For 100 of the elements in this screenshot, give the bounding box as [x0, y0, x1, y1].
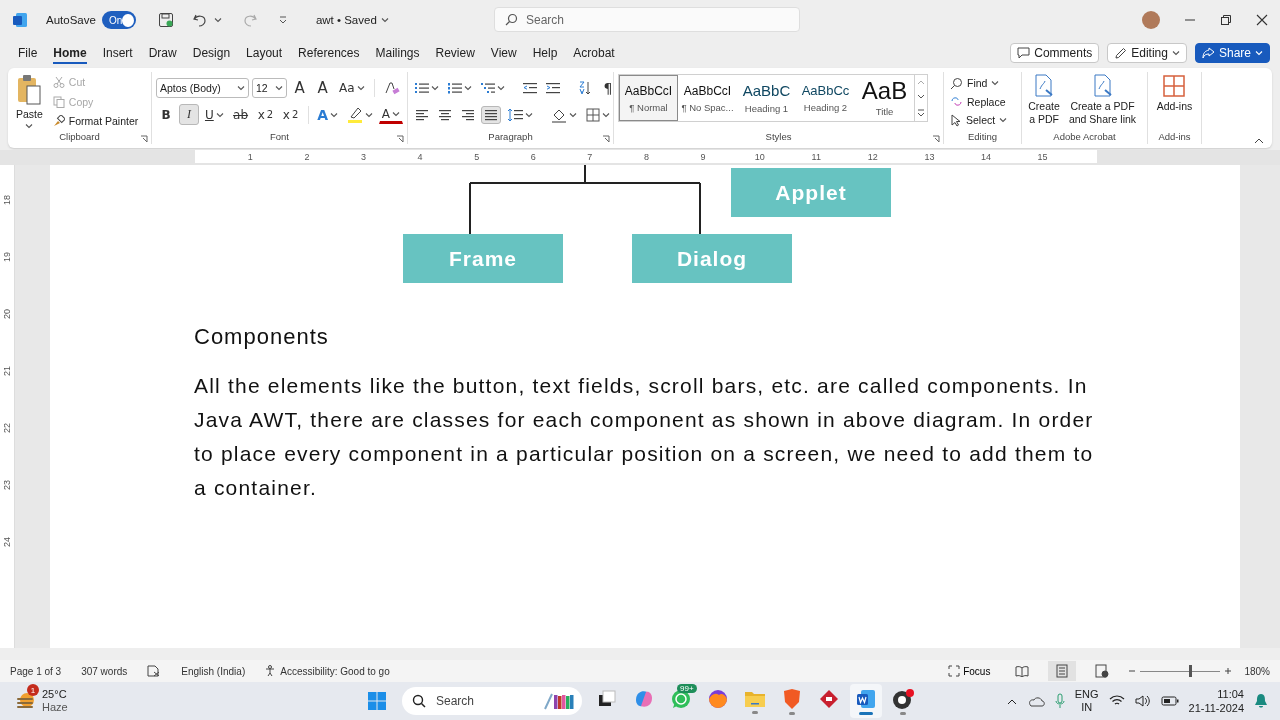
caret-icon[interactable]: [999, 117, 1008, 123]
cloud-icon[interactable]: [1026, 695, 1045, 707]
page-count[interactable]: Page 1 of 3: [10, 665, 62, 677]
zoom-level[interactable]: 180%: [1244, 665, 1270, 677]
ribbon-tab[interactable]: File: [10, 42, 46, 64]
caret-icon[interactable]: [1171, 50, 1180, 56]
ribbon-tab[interactable]: Insert: [94, 42, 141, 64]
style-option[interactable]: AaBbCcI ¶ Normal: [619, 75, 678, 121]
dialog-launcher-icon[interactable]: [140, 135, 148, 143]
create-pdf-button[interactable]: Create a PDF: [1026, 72, 1062, 131]
search-field[interactable]: Search: [494, 7, 800, 32]
scroll-down-icon[interactable]: [917, 94, 925, 100]
shrink-font-button[interactable]: A: [312, 77, 333, 99]
document-app-icon[interactable]: [855, 687, 877, 710]
shield-icon[interactable]: [782, 687, 802, 710]
style-option[interactable]: AaBbCcI ¶ No Spac...: [678, 75, 737, 121]
style-option[interactable]: AaBbC Heading 1: [737, 75, 796, 121]
dialog-launcher-icon[interactable]: [396, 135, 404, 143]
ribbon-tab[interactable]: Design: [184, 42, 239, 64]
italic-button[interactable]: I: [179, 104, 199, 126]
caret-icon[interactable]: [497, 84, 505, 91]
battery-icon[interactable]: [1160, 696, 1179, 706]
show-hidden-icon[interactable]: [1006, 697, 1017, 705]
editing-mode-button[interactable]: Editing: [1107, 43, 1187, 63]
ribbon-tab[interactable]: Home: [45, 42, 95, 64]
accessibility-status[interactable]: Accessibility: Good to go: [265, 665, 390, 677]
task-view-icon[interactable]: [597, 688, 617, 709]
dialog-launcher-icon[interactable]: [602, 135, 610, 143]
paste-button[interactable]: Paste: [12, 72, 47, 132]
format-painter-button[interactable]: Format Painter: [50, 114, 141, 129]
create-pdf-button[interactable]: Create a PDF and Share link: [1062, 72, 1143, 131]
record-app-icon[interactable]: [891, 687, 915, 710]
browser-icon[interactable]: [707, 687, 729, 710]
caret-icon[interactable]: [356, 84, 365, 91]
bell-icon[interactable]: [1254, 693, 1268, 709]
add-ins-button[interactable]: Add-ins: [1152, 72, 1197, 131]
bold-button[interactable]: B: [156, 104, 176, 126]
replace-button[interactable]: Replace: [948, 94, 1017, 109]
restore-icon[interactable]: [1220, 14, 1232, 26]
taskbar-app[interactable]: 99+: [665, 684, 697, 718]
taskbar-search-field[interactable]: Search: [402, 687, 582, 715]
taskbar-app[interactable]: [850, 684, 882, 718]
input-language[interactable]: ENG IN: [1074, 688, 1099, 714]
ribbon-tab[interactable]: References: [290, 42, 368, 64]
text-effects-button[interactable]: A: [314, 104, 341, 126]
caret-icon[interactable]: [569, 111, 577, 118]
select-button[interactable]: Select: [948, 112, 1017, 128]
style-option[interactable]: AaBbCc Heading 2: [796, 75, 855, 121]
font-color-button[interactable]: A: [378, 105, 403, 124]
diamond-icon[interactable]: [818, 687, 840, 710]
ribbon-tab[interactable]: Draw: [140, 42, 185, 64]
document-title[interactable]: awt • Saved: [309, 13, 395, 27]
more-styles-icon[interactable]: [917, 108, 925, 117]
dialog-launcher-icon[interactable]: [932, 135, 940, 143]
ribbon-tab[interactable]: Review: [427, 42, 483, 64]
volume-icon[interactable]: [1134, 695, 1151, 707]
ribbon-tab[interactable]: View: [482, 42, 525, 64]
proofing-icon[interactable]: [147, 665, 162, 677]
wifi-icon[interactable]: [1108, 695, 1125, 707]
caret-icon[interactable]: [236, 84, 245, 91]
ribbon-tab[interactable]: Layout: [238, 42, 291, 64]
close-icon[interactable]: [1256, 14, 1268, 26]
font-name-dropdown[interactable]: Aptos (Body): [156, 77, 249, 98]
share-button[interactable]: Share: [1194, 43, 1270, 63]
caret-icon[interactable]: [431, 84, 439, 91]
word-count[interactable]: 307 words: [81, 665, 128, 677]
show-marks-button[interactable]: ¶: [598, 77, 618, 99]
caret-icon[interactable]: [25, 123, 34, 130]
caret-icon[interactable]: [364, 111, 373, 118]
caret-icon[interactable]: [525, 111, 533, 118]
brush-icon[interactable]: [52, 115, 65, 128]
caret-icon[interactable]: [215, 111, 224, 118]
comments-button[interactable]: Comments: [1010, 43, 1100, 63]
word-app-icon[interactable]: [12, 12, 28, 28]
clock[interactable]: 11:04 21-11-2024: [1188, 687, 1244, 715]
caret-icon[interactable]: [391, 110, 400, 117]
collapse-ribbon-icon[interactable]: [1254, 137, 1264, 144]
underline-button[interactable]: U: [202, 104, 227, 126]
autosave-toggle[interactable]: On: [101, 11, 136, 29]
caret-icon[interactable]: [602, 111, 610, 118]
caret-icon[interactable]: [380, 17, 389, 23]
find-button[interactable]: Find: [948, 75, 1017, 91]
ribbon-tab[interactable]: Help: [524, 42, 566, 64]
grow-font-button[interactable]: A: [289, 77, 310, 99]
change-case-button[interactable]: Aa: [335, 77, 369, 99]
undo-icon[interactable]: [191, 12, 208, 28]
strike-button[interactable]: ab: [229, 104, 252, 126]
zoom-in-icon[interactable]: [1224, 667, 1233, 675]
ribbon-tab[interactable]: Mailings: [367, 42, 428, 64]
font-size-dropdown[interactable]: 12: [251, 77, 287, 98]
focus-button[interactable]: Focus: [942, 664, 997, 678]
print-view-button[interactable]: [1048, 661, 1077, 681]
language-indicator[interactable]: English (India): [181, 665, 246, 677]
caret-icon[interactable]: [274, 84, 283, 91]
zoom-slider-thumb[interactable]: [1188, 665, 1192, 677]
style-option[interactable]: AaB Title: [855, 75, 914, 121]
customize-caret-icon[interactable]: [277, 15, 288, 25]
save-icon[interactable]: [157, 12, 174, 28]
caret-icon[interactable]: [330, 111, 338, 118]
caret-icon[interactable]: [464, 84, 472, 91]
